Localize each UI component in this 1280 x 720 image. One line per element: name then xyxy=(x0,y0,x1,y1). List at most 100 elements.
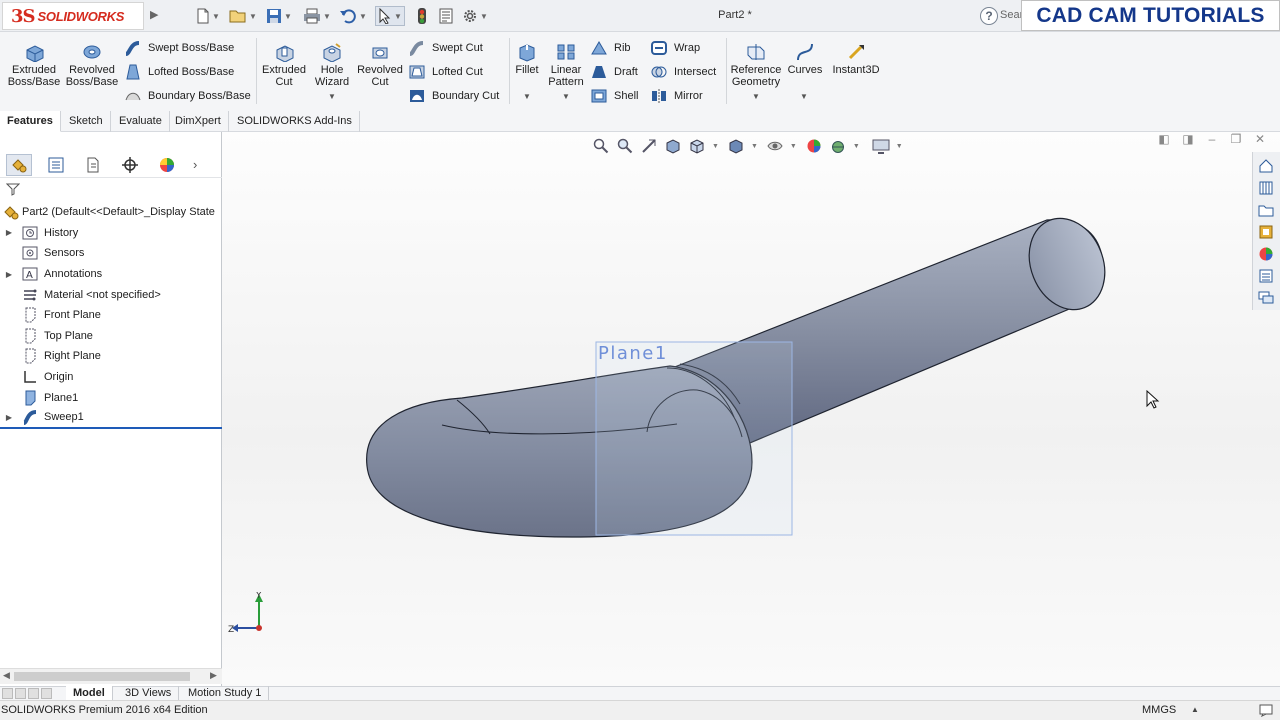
tree-item-annotations[interactable]: ▶ A Annotations xyxy=(0,264,222,285)
tab-features[interactable]: Features xyxy=(0,111,61,132)
curves-button[interactable]: Curves xyxy=(788,42,822,76)
property-manager-tab[interactable] xyxy=(43,154,69,176)
extruded-boss-label-1: Extruded xyxy=(11,64,57,76)
tree-item-front-plane[interactable]: Front Plane xyxy=(0,305,222,326)
expand-arrow-icon[interactable]: ▶ xyxy=(4,228,14,237)
intersect-button[interactable]: Intersect xyxy=(650,64,716,80)
chevron-down-icon[interactable]: ▼ xyxy=(752,92,760,101)
help-icon[interactable]: ? xyxy=(980,7,998,25)
swept-cut-button[interactable]: Swept Cut xyxy=(408,40,483,56)
tab-first-icon[interactable] xyxy=(2,688,13,699)
tab-evaluate[interactable]: Evaluate xyxy=(112,111,170,132)
rebuild-button[interactable] xyxy=(417,6,427,26)
instant3d-button[interactable]: Instant3D xyxy=(830,42,882,76)
plane1-label[interactable]: Plane1 xyxy=(598,343,668,364)
tree-item-material-not-specified[interactable]: Material <not specified> xyxy=(0,284,222,305)
undo-button[interactable]: ▼ xyxy=(339,6,367,26)
configuration-manager-tab[interactable] xyxy=(80,154,106,176)
revolved-cut-button[interactable]: Revolved Cut xyxy=(356,42,404,88)
tab-motion-study-1[interactable]: Motion Study 1 xyxy=(181,686,270,701)
search-commands-input[interactable]: Sear xyxy=(1000,9,1023,21)
tree-item-label: Material <not specified> xyxy=(44,288,161,301)
tree-item-plane1[interactable]: Plane1 xyxy=(0,387,222,408)
chevron-down-icon: ▼ xyxy=(212,11,220,21)
filter-icon[interactable] xyxy=(5,182,21,199)
extruded-cut-button[interactable]: Extruded Cut xyxy=(261,42,307,88)
tree-item-right-plane[interactable]: Right Plane xyxy=(0,346,222,367)
chevron-down-icon[interactable]: ▼ xyxy=(562,92,570,101)
open-document-button[interactable]: ▼ xyxy=(229,6,257,26)
chevron-down-icon: ▼ xyxy=(394,11,402,21)
tab-prev-icon[interactable] xyxy=(15,688,26,699)
options-button[interactable]: ▼ xyxy=(462,6,488,26)
mouse-cursor-icon xyxy=(1146,390,1160,409)
ribbon-separator xyxy=(726,38,727,104)
solidworks-logo[interactable]: 3S SOLIDWORKS xyxy=(2,2,144,30)
unit-system[interactable]: MMGS xyxy=(1142,704,1176,716)
wrap-button[interactable]: Wrap xyxy=(650,40,700,56)
tree-root-part[interactable]: Part2 (Default<<Default>_Display State xyxy=(0,202,222,223)
feature-manager-tab[interactable] xyxy=(6,153,32,176)
sweep-model-render[interactable] xyxy=(222,132,1280,686)
chevron-down-icon[interactable]: ▼ xyxy=(328,92,336,101)
mirror-label: Mirror xyxy=(674,90,703,102)
boundary-cut-button[interactable]: Boundary Cut xyxy=(408,88,499,104)
tab-3d-views[interactable]: 3D Views xyxy=(118,686,180,701)
tab-sketch[interactable]: Sketch xyxy=(62,111,111,132)
edition-text: SOLIDWORKS Premium 2016 x64 Edition xyxy=(1,704,208,716)
save-button[interactable]: ▼ xyxy=(266,6,292,26)
boundary-cut-label: Boundary Cut xyxy=(432,90,500,102)
new-document-button[interactable]: ▼ xyxy=(196,6,220,26)
tab-dimxpert[interactable]: DimXpert xyxy=(168,111,229,132)
tab-next-icon[interactable] xyxy=(28,688,39,699)
display-manager-tab[interactable] xyxy=(154,154,180,176)
file-properties-button[interactable] xyxy=(438,6,454,26)
reference-geometry-button[interactable]: Reference Geometry xyxy=(730,42,782,88)
scrollbar-thumb[interactable] xyxy=(14,672,190,681)
shell-button[interactable]: Shell xyxy=(590,88,638,104)
appearance-sphere-icon xyxy=(160,157,174,172)
chevron-up-icon[interactable]: ▲ xyxy=(1191,705,1199,714)
mirror-button[interactable]: Mirror xyxy=(650,88,703,104)
revolved-cut-label-1: Revolved xyxy=(357,64,403,76)
chevron-down-icon[interactable]: ▼ xyxy=(800,92,808,101)
rib-label: Rib xyxy=(614,42,631,54)
expand-arrow-icon[interactable]: ▶ xyxy=(4,270,14,279)
select-button[interactable]: ▼ xyxy=(375,6,405,26)
scroll-left-arrow-icon[interactable]: ◀ xyxy=(3,670,10,681)
lofted-boss-button[interactable]: Lofted Boss/Base xyxy=(124,64,234,80)
graphics-area[interactable]: ▼ ▼ ▼ ▼ ▼ ◧ ◨ – ❐ ✕ Plane1 Z Y xyxy=(222,132,1280,686)
menu-expand-arrow-icon[interactable]: ▶ xyxy=(150,8,158,21)
revolved-boss-button[interactable]: Revolved Boss/Base xyxy=(66,42,118,88)
extruded-boss-button[interactable]: Extruded Boss/Base xyxy=(8,42,60,88)
chevron-right-icon[interactable]: › xyxy=(193,157,197,172)
tree-item-sweep1[interactable]: ▶ Sweep1 xyxy=(0,408,222,429)
instant3d-label: Instant3D xyxy=(832,64,880,76)
swept-boss-button[interactable]: Swept Boss/Base xyxy=(124,40,234,56)
quick-tips-icon[interactable] xyxy=(1259,703,1273,720)
logo-text: SOLIDWORKS xyxy=(37,8,125,24)
panel-horizontal-scrollbar[interactable]: ◀ ▶ xyxy=(0,668,222,684)
tree-item-top-plane[interactable]: Top Plane xyxy=(0,326,222,347)
tab-last-icon[interactable] xyxy=(41,688,52,699)
boundary-boss-button[interactable]: Boundary Boss/Base xyxy=(124,88,251,104)
fillet-button[interactable]: Fillet xyxy=(513,42,541,76)
tree-item-sensors[interactable]: Sensors xyxy=(0,243,222,264)
scroll-right-arrow-icon[interactable]: ▶ xyxy=(210,670,217,681)
expand-arrow-icon[interactable]: ▶ xyxy=(4,413,14,422)
tab-model[interactable]: Model xyxy=(66,686,113,701)
shell-label: Shell xyxy=(614,90,639,102)
chevron-down-icon[interactable]: ▼ xyxy=(523,92,531,101)
dimxpert-manager-tab[interactable] xyxy=(117,154,143,176)
tab-solidworks-add-ins[interactable]: SOLIDWORKS Add-Ins xyxy=(230,111,360,132)
swept-boss-icon xyxy=(125,41,140,56)
lofted-cut-button[interactable]: Lofted Cut xyxy=(408,64,483,80)
tree-item-origin[interactable]: Origin xyxy=(0,367,222,388)
draft-button[interactable]: Draft xyxy=(590,64,638,80)
rib-button[interactable]: Rib xyxy=(590,40,631,56)
hole-wizard-button[interactable]: Hole Wizard xyxy=(312,42,352,88)
print-button[interactable]: ▼ xyxy=(303,6,331,26)
hole-wizard-icon xyxy=(323,43,341,62)
linear-pattern-button[interactable]: Linear Pattern xyxy=(546,42,586,88)
tree-item-history[interactable]: ▶ History xyxy=(0,223,222,244)
